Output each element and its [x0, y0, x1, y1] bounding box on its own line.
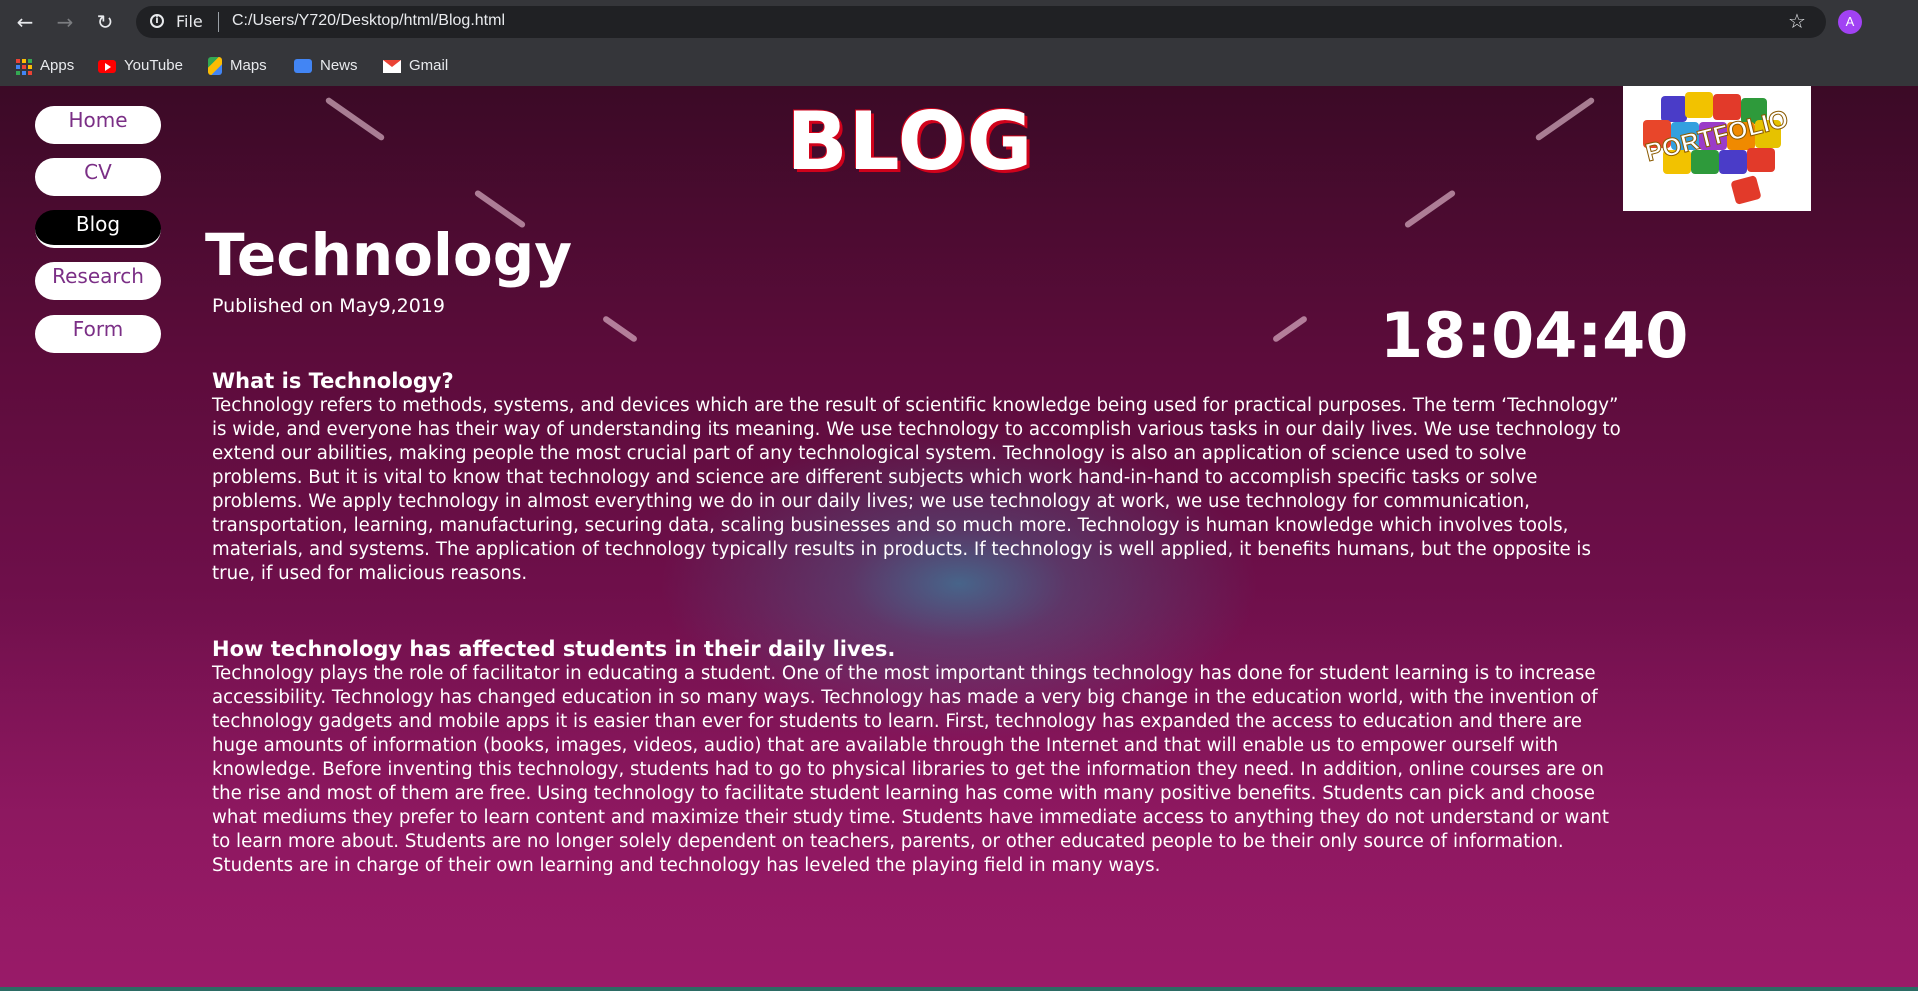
info-icon[interactable]: i — [150, 14, 164, 28]
address-scheme-label: File — [176, 12, 203, 31]
youtube-icon — [98, 59, 116, 73]
bookmark-youtube[interactable]: YouTube — [98, 53, 183, 79]
nav-form-button[interactable]: Form — [35, 315, 161, 353]
forward-arrow-icon[interactable]: → — [52, 9, 78, 35]
ceiling-light — [1403, 189, 1457, 229]
bookmark-news[interactable]: News — [294, 53, 358, 79]
news-icon — [294, 59, 312, 74]
nav-research-button[interactable]: Research — [35, 262, 161, 300]
back-arrow-icon[interactable]: ← — [12, 9, 38, 35]
address-bar[interactable]: i File C:/Users/Y720/Desktop/html/Blog.h… — [136, 6, 1826, 38]
bookmark-maps[interactable]: Maps — [208, 53, 267, 79]
portfolio-logo[interactable]: PORTFOLIO — [1623, 86, 1811, 211]
ceiling-light — [1271, 315, 1309, 343]
bookmark-apps[interactable]: Apps — [16, 53, 74, 79]
profile-avatar[interactable]: A — [1838, 10, 1862, 34]
section-heading: What is Technology? — [212, 369, 454, 393]
bookmarks-bar: Apps YouTube Maps News Gmail — [0, 45, 1918, 86]
bookmark-label: News — [320, 57, 358, 74]
reload-icon[interactable]: ↻ — [92, 9, 118, 35]
address-url[interactable]: C:/Users/Y720/Desktop/html/Blog.html — [232, 12, 505, 30]
ceiling-light — [601, 315, 639, 343]
address-separator — [218, 12, 219, 32]
bookmark-label: Maps — [230, 57, 267, 74]
gmail-icon — [383, 59, 401, 73]
post-heading: Technology — [205, 221, 573, 289]
post-published-date: Published on May9,2019 — [212, 295, 445, 317]
maps-icon — [208, 57, 222, 76]
bottom-strip — [0, 987, 1918, 991]
section-body: Technology plays the role of facilitator… — [212, 663, 1610, 876]
bookmark-label: Gmail — [409, 57, 449, 74]
ceiling-light — [1534, 96, 1596, 142]
bookmark-gmail[interactable]: Gmail — [383, 53, 448, 79]
digital-clock: 18:04:40 — [1380, 299, 1689, 372]
bookmark-star-icon[interactable]: ☆ — [1788, 9, 1806, 33]
section-body: Technology refers to methods, systems, a… — [212, 395, 1621, 584]
bookmark-label: Apps — [40, 57, 75, 74]
section-heading: How technology has affected students in … — [212, 637, 896, 661]
nav-cv-button[interactable]: CV — [35, 158, 161, 196]
bookmark-label: YouTube — [124, 57, 183, 74]
nav-blog-button[interactable]: Blog — [35, 210, 161, 248]
apps-grid-icon — [16, 58, 32, 76]
browser-toolbar: ← → ↻ i File C:/Users/Y720/Desktop/html/… — [0, 0, 1918, 45]
page-title: BLOG — [786, 95, 1034, 188]
ceiling-light — [324, 96, 386, 142]
nav-home-button[interactable]: Home — [35, 106, 161, 144]
